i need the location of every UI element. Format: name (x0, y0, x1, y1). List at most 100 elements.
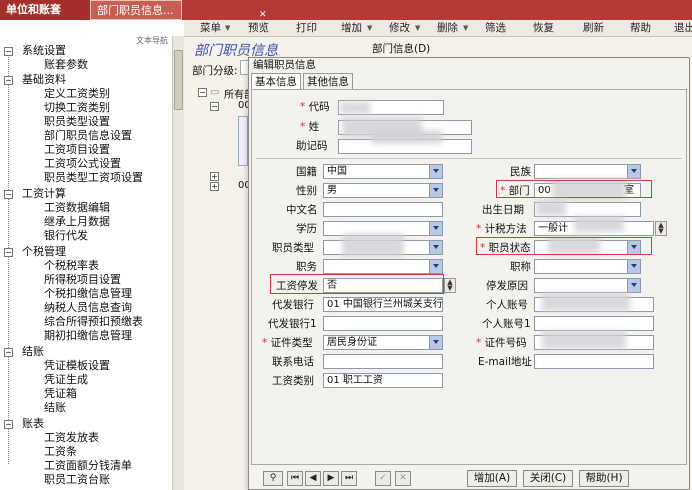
tree-item-inherit[interactable]: 继承上月数据 (44, 215, 110, 229)
edit-button[interactable]: 修改 (389, 21, 410, 35)
nationality-label: 国籍 (296, 166, 317, 178)
tree-item-pay-items[interactable]: 工资项目设置 (44, 143, 110, 157)
chevron-down-icon[interactable]: ▼ (463, 21, 468, 35)
tree-item-pay-slip[interactable]: 工资条 (44, 445, 77, 459)
tree-group-system[interactable]: 系统设置 (22, 44, 66, 58)
tree-item-staff-ledger[interactable]: 职员工资台账 (44, 473, 110, 487)
collapse-icon[interactable]: − (4, 420, 13, 429)
cn-name-field[interactable] (323, 202, 443, 217)
chevron-down-icon[interactable] (429, 165, 442, 178)
chevron-down-icon[interactable] (429, 241, 442, 254)
tree-item-define-pay-category[interactable]: 定义工资类别 (44, 87, 110, 101)
prev-record-icon[interactable]: ◀ (305, 471, 321, 486)
search-icon[interactable]: ⚲ (263, 471, 283, 486)
restore-button[interactable]: 恢复 (533, 21, 554, 35)
tree-item-bank-pay[interactable]: 银行代发 (44, 229, 88, 243)
chevron-down-icon[interactable]: ▼ (225, 21, 230, 35)
close-dialog-button[interactable]: 关闭(C) (523, 470, 573, 487)
bank-field[interactable]: 01 中国银行兰州城关支行 (323, 297, 443, 312)
first-record-icon[interactable]: ⏮ (287, 471, 303, 486)
collapse-icon[interactable]: − (198, 88, 207, 97)
position-select[interactable] (323, 259, 443, 274)
chevron-down-icon[interactable] (627, 279, 640, 292)
preview-button[interactable]: 预览 (248, 21, 269, 35)
stop-reason-select[interactable] (534, 278, 641, 293)
personal-account1-field[interactable] (534, 316, 654, 331)
tree-scrollbar[interactable] (172, 36, 184, 490)
tab-basic-info[interactable]: 基本信息 (251, 73, 301, 89)
tree-group-close[interactable]: 结账 (22, 345, 44, 359)
refresh-button[interactable]: 刷新 (583, 21, 604, 35)
tree-item-voucher-gen[interactable]: 凭证生成 (44, 373, 88, 387)
chevron-down-icon[interactable] (429, 260, 442, 273)
tree-item-staff-type-pay[interactable]: 职员类型工资项设置 (44, 171, 143, 185)
tree-item-voucher-box[interactable]: 凭证箱 (44, 387, 77, 401)
collapse-icon[interactable]: − (4, 190, 13, 199)
tree-item-pay-sheet[interactable]: 工资发放表 (44, 431, 99, 445)
tree-item-denomination[interactable]: 工资面额分钱清单 (44, 459, 132, 473)
filter-button[interactable]: 筛选 (485, 21, 506, 35)
collapse-icon[interactable]: − (210, 102, 219, 111)
menu-button[interactable]: 菜单 (200, 21, 221, 35)
tab-dept-staff[interactable]: 部门职员信息... ✕ (90, 0, 267, 20)
ethnicity-select[interactable] (534, 164, 641, 179)
help-button[interactable]: 帮助 (630, 21, 651, 35)
tree-item-tax-rate[interactable]: 个税税率表 (44, 259, 99, 273)
collapse-icon[interactable]: − (4, 248, 13, 257)
add-record-button[interactable]: 增加(A) (467, 470, 517, 487)
chevron-down-icon[interactable] (627, 260, 640, 273)
tree-item-voucher-template[interactable]: 凭证模板设置 (44, 359, 110, 373)
collapse-icon[interactable]: − (4, 47, 13, 56)
chevron-down-icon[interactable] (627, 165, 640, 178)
tree-group-tax[interactable]: 个税管理 (22, 245, 66, 259)
chevron-down-icon[interactable] (429, 184, 442, 197)
print-button[interactable]: 打印 (296, 21, 317, 35)
nationality-select[interactable]: 中国 (323, 164, 443, 179)
tree-group-base[interactable]: 基础资料 (22, 73, 66, 87)
collapse-icon[interactable]: − (4, 348, 13, 357)
email-field[interactable] (534, 354, 654, 369)
tree-item-switch-pay-category[interactable]: 切换工资类别 (44, 101, 110, 115)
tab-unit-account[interactable]: 单位和账套 (0, 0, 90, 20)
tree-item-tax-items[interactable]: 所得税项目设置 (44, 273, 121, 287)
tree-item-tax-withhold[interactable]: 个税扣缴信息管理 (44, 287, 132, 301)
spinner-icon[interactable]: ▲ ▼ (655, 221, 667, 236)
tree-group-calc[interactable]: 工资计算 (22, 187, 66, 201)
tree-item-taxpayer-query[interactable]: 纳税人员信息查询 (44, 301, 132, 315)
expand-icon[interactable]: + (210, 182, 219, 191)
tree-item-staff-type[interactable]: 职员类型设置 (44, 115, 110, 129)
bank1-field[interactable] (323, 316, 443, 331)
title-select[interactable] (534, 259, 641, 274)
highlight-dept (496, 180, 652, 198)
tree-item-comprehensive[interactable]: 综合所得预扣预缴表 (44, 315, 143, 329)
personal-account1-label: 个人账号1 (482, 318, 531, 330)
tree-item-initial-withhold[interactable]: 期初扣缴信息管理 (44, 329, 132, 343)
chevron-down-icon[interactable] (429, 222, 442, 235)
cancel-icon[interactable]: ✕ (395, 471, 411, 486)
add-button[interactable]: 增加 (341, 21, 362, 35)
tree-group-reports[interactable]: 账表 (22, 417, 44, 431)
exit-button[interactable]: 退出 (674, 21, 692, 35)
collapse-icon[interactable]: − (4, 76, 13, 85)
chevron-down-icon[interactable]: ▼ (367, 21, 372, 35)
chevron-down-icon[interactable] (429, 336, 442, 349)
delete-button[interactable]: 删除 (437, 21, 458, 35)
next-record-icon[interactable]: ▶ (323, 471, 339, 486)
phone-field[interactable] (323, 354, 443, 369)
last-record-icon[interactable]: ⏭ (341, 471, 357, 486)
gender-select[interactable]: 男 (323, 183, 443, 198)
spinner-icon[interactable]: ▲ ▼ (444, 278, 456, 293)
chevron-down-icon[interactable]: ▼ (415, 21, 420, 35)
id-type-select[interactable]: 居民身份证 (323, 335, 443, 350)
tab-other-info[interactable]: 其他信息 (303, 73, 353, 89)
help-dialog-button[interactable]: 帮助(H) (579, 470, 629, 487)
tree-item-account-params[interactable]: 账套参数 (44, 58, 88, 72)
scrollbar-thumb[interactable] (174, 50, 183, 110)
expand-icon[interactable]: + (210, 172, 219, 181)
tree-item-pay-formula[interactable]: 工资项公式设置 (44, 157, 121, 171)
confirm-icon[interactable]: ✓ (375, 471, 391, 486)
pay-category-field[interactable]: 01 职工工资 (323, 373, 443, 388)
tree-item-dept-staff[interactable]: 部门职员信息设置 (44, 129, 132, 143)
tree-item-pay-edit[interactable]: 工资数据编辑 (44, 201, 110, 215)
tree-item-closing[interactable]: 结账 (44, 401, 66, 415)
